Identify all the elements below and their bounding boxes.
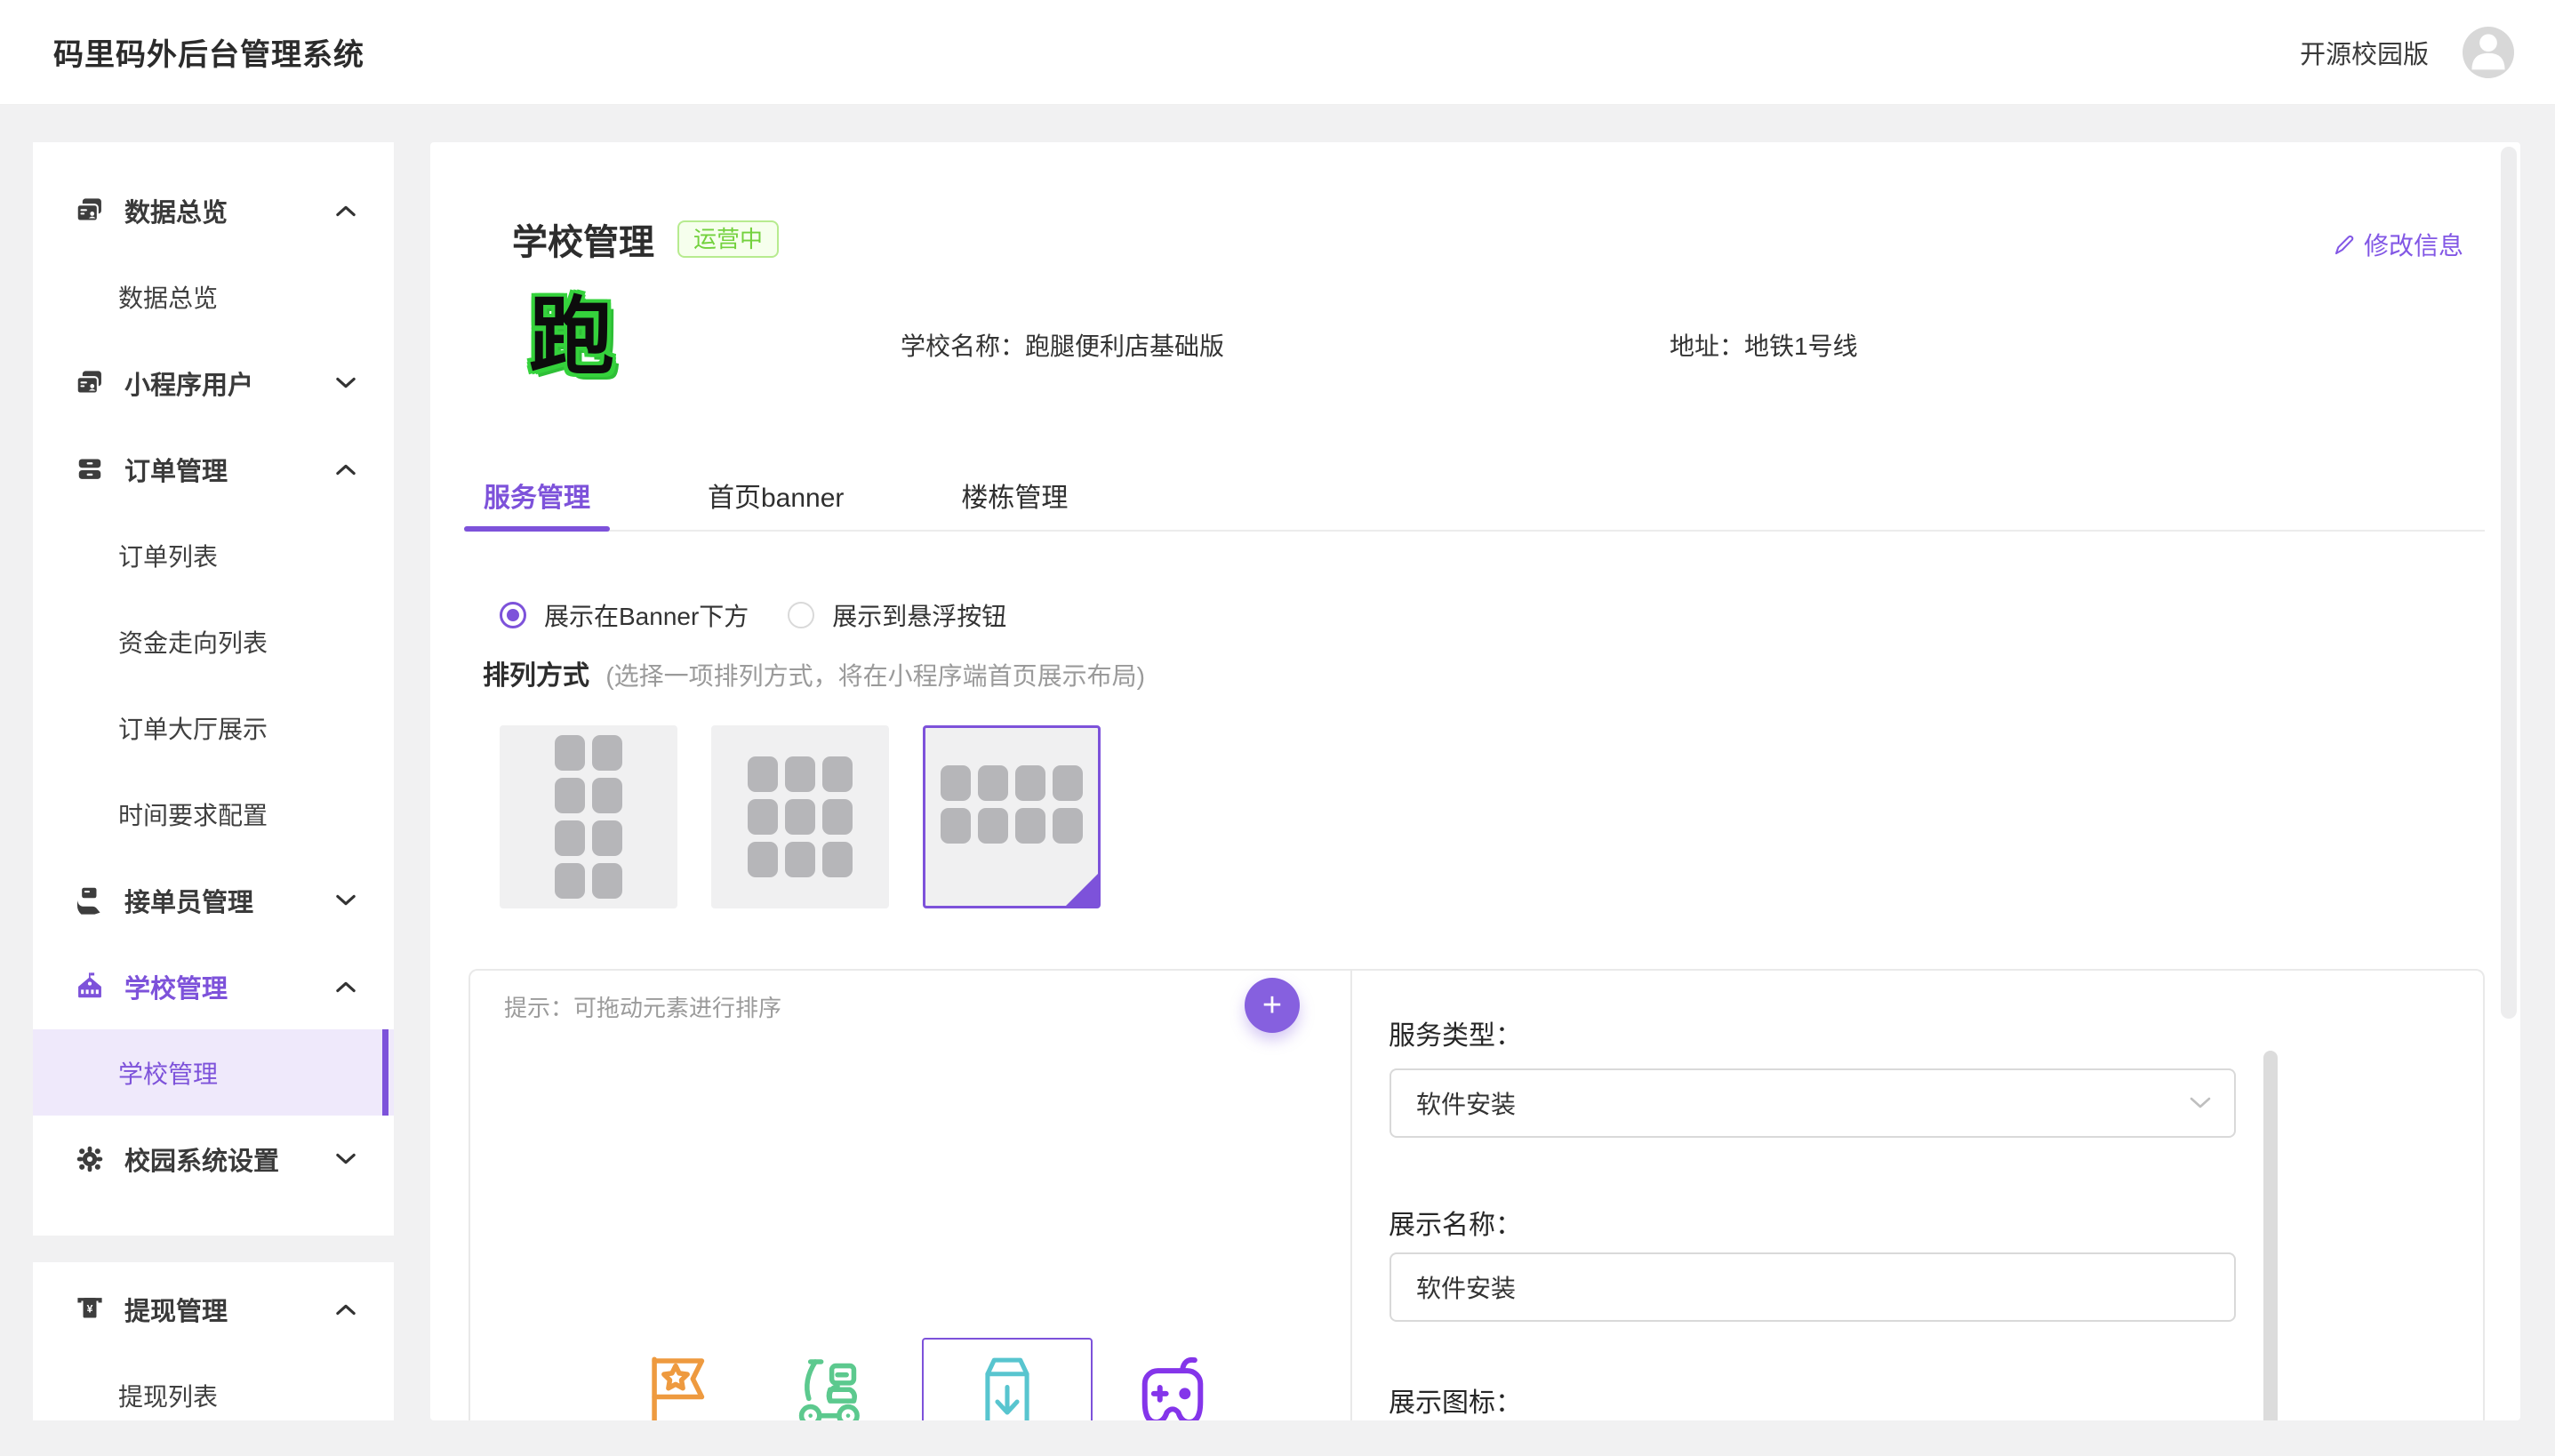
sidebar-subitem-order-hall-display[interactable]: 订单大厅展示 [33, 684, 394, 771]
display-name-input[interactable] [1390, 1252, 2236, 1322]
status-badge: 运营中 [677, 220, 779, 259]
drag-hint: 提示：可拖动元素进行排序 [504, 990, 781, 1023]
display-position-radios: 展示在Banner下方 展示到悬浮按钮 [500, 597, 1006, 633]
sidebar-item-label: 校园系统设置 [124, 1140, 279, 1178]
sidebar-item-order-management[interactable]: 订单管理 [33, 426, 394, 512]
school-icon [75, 972, 105, 1002]
user-avatar[interactable] [2463, 27, 2514, 78]
edition-label: 开源校园版 [2300, 34, 2429, 71]
chevron-down-icon [336, 377, 356, 388]
panel-divider [1350, 971, 1352, 1420]
sidebar-item-label: 订单管理 [124, 451, 228, 488]
main-content-card: 学校管理 运营中 修改信息 跑 学校名称：跑腿便利店基础版 地址：地铁1号线 服… [430, 142, 2520, 1420]
hand-card-icon [75, 885, 105, 916]
sidebar-subitem-order-list[interactable]: 订单列表 [33, 512, 394, 598]
edit-info-link[interactable]: 修改信息 [2333, 227, 2463, 262]
sidebar-item-label: 小程序用户 [124, 364, 253, 402]
service-package-selected[interactable] [922, 1338, 1093, 1420]
flag-star-icon [635, 1351, 717, 1420]
svg-text:¥: ¥ [87, 1302, 93, 1315]
school-name-value: 跑腿便利店基础版 [1025, 332, 1224, 360]
id-cards-icon [75, 196, 105, 226]
address-value: 地铁1号线 [1744, 332, 1858, 360]
service-delivery[interactable] [787, 1351, 869, 1420]
sidebar-withdrawal-section: ¥ 提现管理 提现列表 [33, 1262, 394, 1420]
school-logo: 跑 [529, 295, 614, 380]
display-icon-label: 展示图标： [1389, 1380, 1522, 1420]
chevron-down-icon [336, 894, 356, 906]
atm-icon: ¥ [75, 1294, 105, 1324]
sidebar-item-label: 接单员管理 [124, 882, 253, 919]
id-cards-icon [75, 368, 105, 398]
package-download-icon [966, 1351, 1048, 1420]
sidebar-item-courier-management[interactable]: 接单员管理 [33, 857, 394, 943]
chevron-up-icon [336, 1303, 356, 1315]
chevron-up-icon [336, 204, 356, 216]
pencil-icon [2333, 233, 2357, 257]
sidebar-subitem-data-overview[interactable]: 数据总览 [33, 253, 394, 340]
sidebar-item-data-overview[interactable]: 数据总览 [33, 167, 394, 253]
selected-corner-mark [1066, 874, 1098, 906]
delivery-scooter-icon [787, 1351, 869, 1420]
sidebar-subitem-school-management[interactable]: 学校管理 [33, 1029, 394, 1116]
sidebar: 数据总览 数据总览 小程序用户 订单管理 订单列表 资金走向列表 订单大厅展示 … [33, 142, 394, 1236]
active-indicator-bar [382, 1029, 388, 1116]
service-type-label: 服务类型： [1389, 1013, 1522, 1052]
chevron-up-icon [336, 463, 356, 475]
chevron-up-icon [336, 980, 356, 992]
arrangement-label: 排列方式 [483, 661, 589, 691]
service-flag-star[interactable] [635, 1351, 717, 1420]
archive-icon [75, 454, 105, 484]
sidebar-item-label: 学校管理 [124, 968, 228, 1005]
sidebar-item-withdrawal-management[interactable]: ¥ 提现管理 [33, 1266, 394, 1352]
school-name-row: 学校名称：跑腿便利店基础版 [901, 327, 1224, 363]
arrangement-row: 排列方式 (选择一项排列方式，将在小程序端首页展示布局) [483, 653, 1145, 692]
sidebar-item-school-management[interactable]: 学校管理 [33, 943, 394, 1029]
page-title: 学校管理 [512, 213, 654, 265]
layout-options [500, 725, 1101, 908]
layout-preview-grid [748, 756, 853, 877]
sidebar-subitem-fund-flow-list[interactable]: 资金走向列表 [33, 598, 394, 684]
tab-home-banner[interactable]: 首页banner [688, 473, 863, 530]
sidebar-item-label: 数据总览 [124, 192, 228, 229]
sidebar-item-label: 提现管理 [124, 1291, 228, 1328]
sidebar-item-miniprogram-users[interactable]: 小程序用户 [33, 340, 394, 426]
gear-icon [75, 1144, 105, 1174]
layout-option-2x4[interactable] [500, 725, 677, 908]
service-type-select[interactable]: 软件安装 [1390, 1068, 2236, 1138]
layout-option-3x3[interactable] [711, 725, 889, 908]
layout-preview-grid [941, 765, 1083, 844]
radio-unselected-icon [788, 602, 814, 628]
display-name-label: 展示名称： [1389, 1203, 1522, 1242]
form-scrollbar-thumb[interactable] [2263, 1051, 2278, 1420]
layout-option-4x2-selected[interactable] [923, 725, 1101, 908]
active-tab-underline [464, 526, 610, 532]
layout-preview-grid [555, 735, 622, 899]
app-header: 码里码外后台管理系统 开源校园版 [0, 0, 2555, 105]
radio-floating-button[interactable]: 展示到悬浮按钮 [788, 597, 1006, 633]
radio-selected-icon [500, 602, 526, 628]
sidebar-subitem-withdrawal-list[interactable]: 提现列表 [33, 1352, 394, 1420]
service-editor-panel: 提示：可拖动元素进行排序 + 服务类型： 软件安装 展示名称： 展示图标： [469, 969, 2485, 1420]
gamepad-icon [1132, 1351, 1213, 1420]
main-scrollbar-thumb[interactable] [2501, 147, 2517, 1019]
service-game[interactable] [1132, 1351, 1213, 1420]
tab-building-management[interactable]: 楼栋管理 [941, 473, 1087, 530]
sidebar-subitem-time-requirement-config[interactable]: 时间要求配置 [33, 771, 394, 857]
add-service-button[interactable]: + [1245, 978, 1300, 1033]
arrangement-note: (选择一项排列方式，将在小程序端首页展示布局) [605, 662, 1145, 690]
chevron-down-icon [336, 1153, 356, 1164]
tab-service-management[interactable]: 服务管理 [464, 473, 610, 530]
tab-bar: 服务管理 首页banner 楼栋管理 [464, 473, 2485, 532]
school-name-label: 学校名称： [901, 332, 1025, 360]
sidebar-item-campus-system-settings[interactable]: 校园系统设置 [33, 1116, 394, 1202]
app-title: 码里码外后台管理系统 [53, 30, 364, 74]
address-row: 地址：地铁1号线 [1670, 327, 1858, 363]
radio-under-banner[interactable]: 展示在Banner下方 [500, 597, 749, 633]
person-icon [2463, 27, 2514, 78]
chevron-down-icon [2190, 1097, 2211, 1109]
address-label: 地址： [1670, 332, 1744, 360]
